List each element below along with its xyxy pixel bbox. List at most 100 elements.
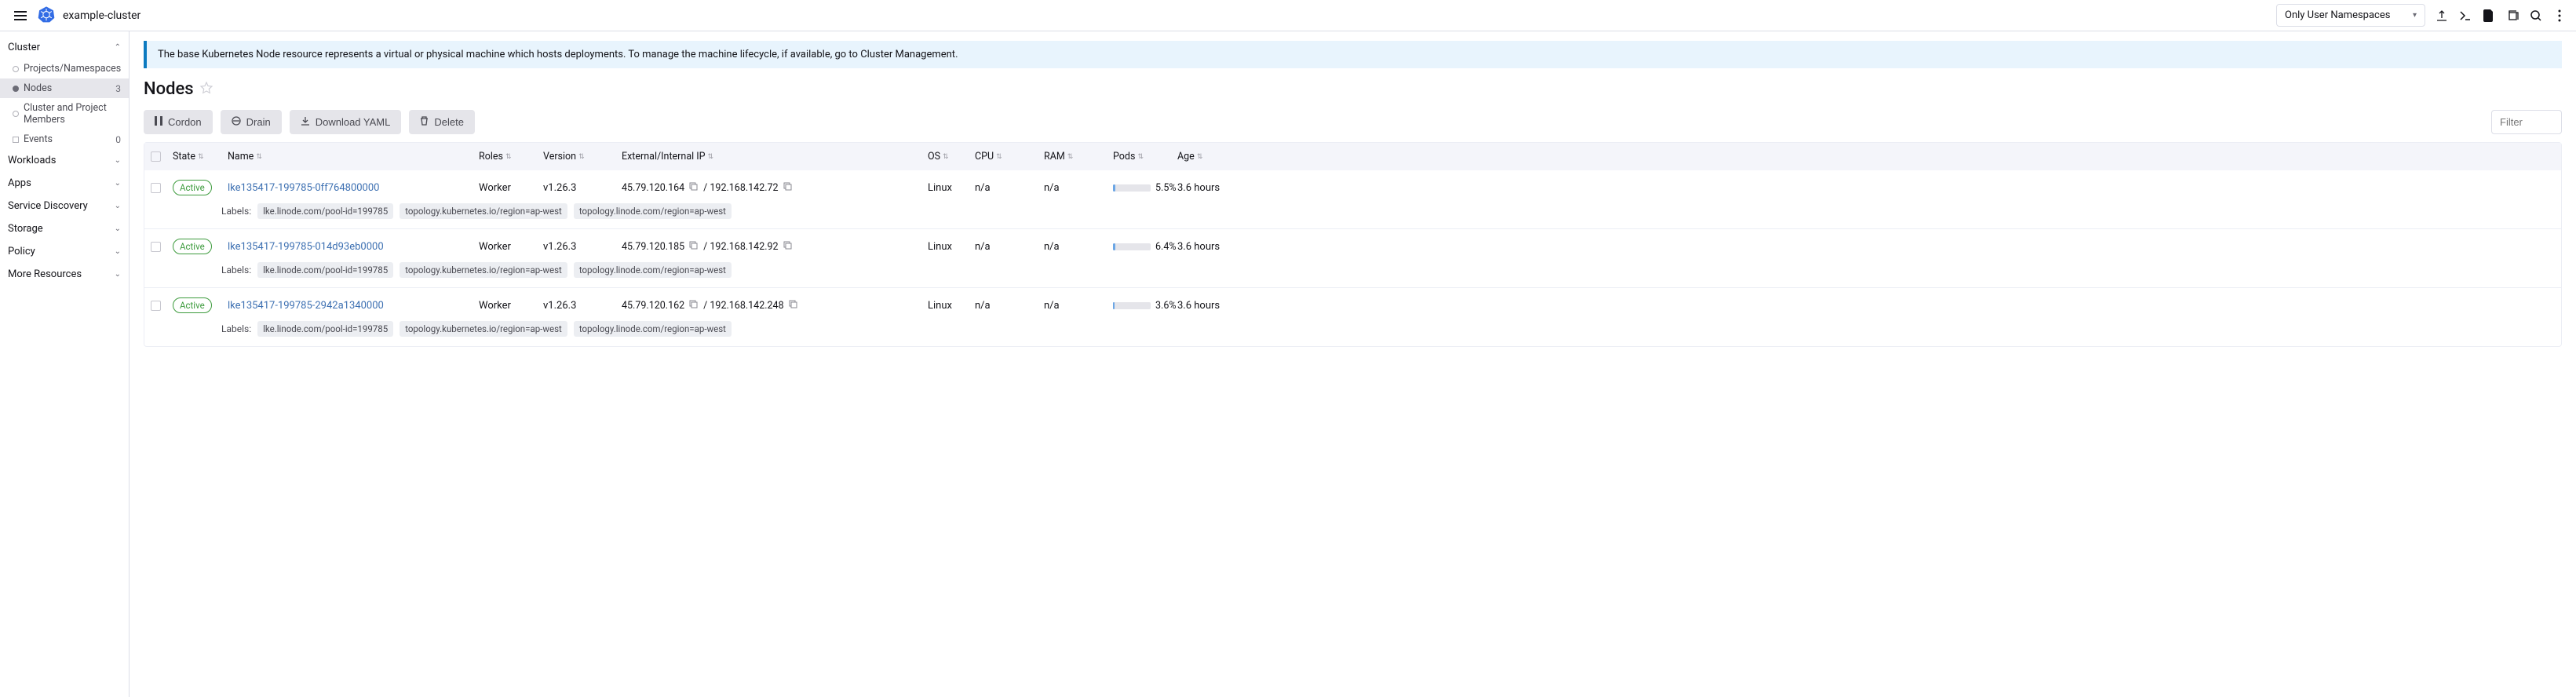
file-icon[interactable] [2482, 9, 2496, 23]
col-pods[interactable]: Pods⇅ [1113, 151, 1177, 162]
os-cell: Linux [928, 241, 975, 253]
search-icon[interactable] [2529, 9, 2543, 23]
os-cell: Linux [928, 300, 975, 312]
version-cell: v1.26.3 [543, 241, 622, 253]
label-chip: topology.linode.com/region=ap-west [574, 203, 732, 219]
copy-icon[interactable] [783, 241, 793, 253]
sidebar-item-label: Projects/Namespaces [24, 63, 121, 75]
cluster-name[interactable]: example-cluster [63, 9, 140, 22]
sidebar-item-label: Events [24, 133, 53, 145]
roles-cell: Worker [479, 241, 543, 253]
labels-prefix: Labels: [221, 323, 251, 334]
info-banner: The base Kubernetes Node resource repres… [144, 41, 2562, 68]
pods-progress-bar [1113, 302, 1151, 309]
drain-icon [232, 116, 241, 128]
labels-row: Labels:lke.linode.com/pool-id=199785topo… [144, 200, 2561, 228]
row-checkbox[interactable] [151, 242, 161, 252]
nodes-table: State⇅ Name⇅ Roles⇅ Version⇅ External/In… [144, 142, 2562, 347]
state-badge: Active [173, 297, 212, 313]
download-yaml-button[interactable]: Download YAML [290, 110, 402, 134]
copy-icon[interactable] [689, 241, 699, 253]
drain-button[interactable]: Drain [221, 110, 282, 134]
chevron-icon: ⌄ [115, 224, 121, 233]
sort-icon: ⇅ [1067, 153, 1074, 161]
chevron-icon: ⌄ [115, 179, 121, 188]
ip-cell: 45.79.120.162 / 192.168.142.248 [622, 300, 928, 312]
sidebar-section[interactable]: Cluster⌃ [0, 36, 129, 59]
sidebar-item[interactable]: Projects/Namespaces [0, 59, 129, 78]
page-title: Nodes [144, 79, 194, 99]
terminal-icon[interactable] [2458, 9, 2472, 23]
sort-icon: ⇅ [708, 153, 714, 161]
pods-cell: 6.4% [1113, 241, 1177, 253]
table-row: Active lke135417-199785-2942a1340000 Wor… [144, 287, 2561, 318]
delete-button[interactable]: Delete [409, 110, 475, 134]
favorite-star-icon[interactable] [200, 82, 213, 97]
trash-icon [420, 116, 429, 128]
sort-icon: ⇅ [198, 153, 204, 161]
chevron-icon: ⌄ [115, 270, 121, 279]
label-chip: topology.linode.com/region=ap-west [574, 262, 732, 278]
select-all-checkbox[interactable] [151, 151, 161, 162]
col-state[interactable]: State⇅ [173, 151, 228, 162]
sidebar-item[interactable]: Events 0 [0, 130, 129, 149]
more-menu-icon[interactable] [2552, 9, 2567, 23]
main-content: The base Kubernetes Node resource repres… [130, 31, 2576, 697]
chevron-icon: ⌄ [115, 156, 121, 165]
col-name[interactable]: Name⇅ [228, 151, 479, 162]
copy-icon[interactable] [689, 182, 699, 194]
label-chip: topology.kubernetes.io/region=ap-west [400, 203, 567, 219]
filter-input[interactable] [2491, 110, 2562, 134]
sidebar-section[interactable]: Workloads⌄ [0, 149, 129, 172]
sidebar-section[interactable]: Policy⌄ [0, 240, 129, 263]
ram-cell: n/a [1044, 182, 1113, 194]
ram-cell: n/a [1044, 241, 1113, 253]
namespace-selector[interactable]: Only User Namespaces ▾ [2276, 4, 2425, 27]
col-cpu[interactable]: CPU⇅ [975, 151, 1044, 162]
cpu-cell: n/a [975, 300, 1044, 312]
copy-icon[interactable] [689, 300, 699, 312]
sidebar-item-count: 0 [115, 134, 121, 145]
state-badge: Active [173, 180, 212, 195]
row-checkbox[interactable] [151, 301, 161, 311]
sidebar-item[interactable]: Cluster and Project Members [0, 98, 129, 130]
table-row: Active lke135417-199785-014d93eb0000 Wor… [144, 228, 2561, 259]
sidebar-item[interactable]: Nodes 3 [0, 78, 129, 98]
age-cell: 3.6 hours [1177, 182, 1240, 194]
col-ip[interactable]: External/Internal IP⇅ [622, 151, 928, 162]
node-name-link[interactable]: lke135417-199785-0ff764800000 [228, 182, 379, 194]
ram-cell: n/a [1044, 300, 1113, 312]
upload-icon[interactable] [2435, 9, 2449, 23]
chevron-icon: ⌄ [115, 202, 121, 210]
node-name-link[interactable]: lke135417-199785-014d93eb0000 [228, 241, 384, 253]
copy-config-icon[interactable] [2505, 9, 2519, 23]
sidebar-item-label: Nodes [24, 82, 52, 94]
cordon-button[interactable]: Cordon [144, 110, 213, 134]
sidebar-section[interactable]: Apps⌄ [0, 172, 129, 195]
col-version[interactable]: Version⇅ [543, 151, 622, 162]
label-chip: topology.linode.com/region=ap-west [574, 321, 732, 337]
label-chip: lke.linode.com/pool-id=199785 [257, 321, 393, 337]
copy-icon[interactable] [789, 300, 798, 312]
menu-toggle-icon[interactable] [9, 6, 31, 25]
col-roles[interactable]: Roles⇅ [479, 151, 543, 162]
sidebar-item-count: 3 [115, 83, 121, 94]
sidebar-section[interactable]: More Resources⌄ [0, 263, 129, 286]
sort-icon: ⇅ [256, 153, 262, 161]
kubernetes-logo-icon [38, 5, 55, 26]
dot-icon [13, 66, 19, 72]
sidebar-section[interactable]: Service Discovery⌄ [0, 195, 129, 217]
dot-icon [13, 111, 19, 117]
col-os[interactable]: OS⇅ [928, 151, 975, 162]
sidebar-section[interactable]: Storage⌄ [0, 217, 129, 240]
copy-icon[interactable] [783, 182, 793, 194]
node-name-link[interactable]: lke135417-199785-2942a1340000 [228, 300, 384, 312]
box-icon [13, 137, 19, 143]
label-chip: topology.kubernetes.io/region=ap-west [400, 262, 567, 278]
sort-icon: ⇅ [943, 153, 949, 161]
row-checkbox[interactable] [151, 183, 161, 193]
age-cell: 3.6 hours [1177, 300, 1240, 312]
col-ram[interactable]: RAM⇅ [1044, 151, 1113, 162]
label-chip: lke.linode.com/pool-id=199785 [257, 262, 393, 278]
col-age[interactable]: Age⇅ [1177, 151, 1240, 162]
